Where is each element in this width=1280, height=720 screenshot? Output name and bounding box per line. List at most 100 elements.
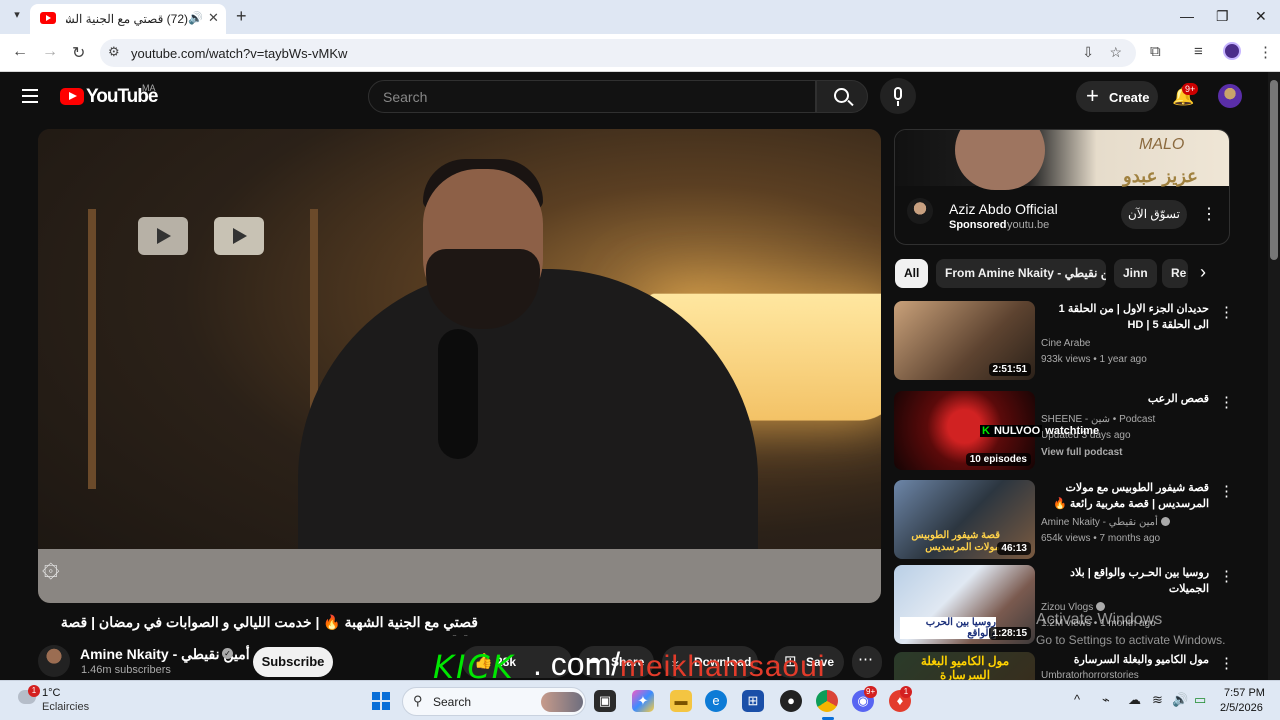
video-title[interactable]: حديدان الجزء الاول | من الحلقة 1 الى الح… xyxy=(1041,301,1209,333)
more-vertical-icon[interactable]: ⋮ xyxy=(1219,567,1234,585)
search-icon xyxy=(834,88,849,103)
channel-name[interactable]: SHEENE - شين • Podcast xyxy=(1041,414,1155,425)
sponsored-ad-card[interactable]: MALO عزيز عبدو Aziz Abdo Official Sponso… xyxy=(894,129,1230,245)
taskbar-search-box[interactable]: ⚲ Search xyxy=(402,687,586,716)
recommended-video[interactable]: قصة شيفور الطوبيس مولات المرسديس 46:13 ق… xyxy=(894,480,1234,560)
site-info-icon[interactable]: ⚙ xyxy=(108,44,120,60)
chevron-right-icon[interactable]: › xyxy=(1200,262,1206,283)
search-input[interactable]: Search xyxy=(368,80,816,113)
chip-from-channel[interactable]: From Amine Nkaity - أمين نقيطي xyxy=(936,259,1106,288)
video-thumbnail[interactable]: مول الكاميو البغلة السرسارة xyxy=(894,652,1035,680)
video-thumbnail[interactable]: روسيا بين الحرب والواقع 1:28:15 xyxy=(894,565,1035,644)
weather-description[interactable]: Eclaircies xyxy=(42,701,89,713)
search-button[interactable] xyxy=(816,80,868,113)
ad-cta-button[interactable]: تسوّق الآن xyxy=(1121,200,1187,229)
tab-close-icon[interactable]: ✕ xyxy=(208,10,219,26)
show-hidden-icons-chevron[interactable]: ^ xyxy=(1074,692,1080,707)
search-icon: ⚲ xyxy=(413,693,423,708)
activate-windows-watermark: Activate Windows Go to Settings to activ… xyxy=(1036,611,1226,647)
network-icon[interactable]: ⌁ xyxy=(1102,692,1110,708)
chip-all[interactable]: All xyxy=(895,259,929,288)
duration-badge: 1:28:15 xyxy=(988,627,1031,640)
media-controls-icon[interactable]: ≡ xyxy=(1194,43,1203,60)
ad-title[interactable]: Aziz Abdo Official xyxy=(949,201,1058,217)
forward-arrow-icon[interactable]: → xyxy=(42,43,58,61)
browser-tab-active[interactable]: (72) قصتي مع الجنية الشهبة 🔊 ✕ xyxy=(30,4,226,34)
back-arrow-icon[interactable]: ← xyxy=(12,43,28,61)
video-player[interactable]: ۞ xyxy=(38,129,881,603)
more-actions-button[interactable]: ⋯ xyxy=(852,646,882,678)
chip-jinn[interactable]: Jinn xyxy=(1114,259,1157,288)
weather-temperature[interactable]: 1°C xyxy=(42,687,60,699)
chip-re[interactable]: Re xyxy=(1162,259,1188,288)
scrollbar-thumb[interactable] xyxy=(1270,80,1278,260)
browser-tab-strip: ▾ (72) قصتي مع الجنية الشهبة 🔊 ✕ + — ❐ ✕ xyxy=(0,0,1280,34)
address-bar[interactable]: ⚙ youtube.com/watch?v=taybWs-vMKw ⇩ ☆ xyxy=(100,39,1136,67)
subscribe-button[interactable]: Subscribe xyxy=(253,647,333,677)
tab-search-chevron-icon[interactable]: ▾ xyxy=(8,8,26,26)
minimize-icon[interactable]: — xyxy=(1180,8,1194,24)
stream-overlay-watchtime: K NULVOO watchtime xyxy=(980,425,1100,437)
battery-icon[interactable]: ▭ xyxy=(1194,692,1206,708)
chrome-icon[interactable] xyxy=(816,690,838,712)
copilot-icon[interactable]: ✦ xyxy=(632,690,654,712)
recommended-video[interactable]: مول الكاميو البغلة السرسارة مول الكاميو … xyxy=(894,652,1234,680)
guide-menu-icon[interactable] xyxy=(22,89,38,103)
channel-name[interactable]: Cine Arabe xyxy=(1041,338,1090,349)
ad-avatar[interactable] xyxy=(907,198,933,224)
account-avatar[interactable] xyxy=(1218,84,1242,108)
verified-badge-icon xyxy=(1096,602,1106,611)
video-title[interactable]: روسيا بين الحـرب والواقع | بلاد الجميلات xyxy=(1041,565,1209,597)
video-title[interactable]: قصة شيفور الطوبيس مع مولات المرسديس | قص… xyxy=(1041,480,1209,512)
thumbnail-text: روسيا بين الحرب والواقع xyxy=(900,617,996,639)
podcast-title[interactable]: قصص الرعب xyxy=(1041,391,1209,407)
file-explorer-icon[interactable]: ▬ xyxy=(670,690,692,712)
speaker-icon[interactable]: 🔊 xyxy=(188,11,203,25)
channel-name[interactable]: Umbratorhorrorstories xyxy=(1041,670,1139,680)
create-button[interactable]: + Create xyxy=(1076,81,1158,112)
task-view-icon[interactable]: ▣ xyxy=(594,690,616,712)
video-thumbnail[interactable]: قصة شيفور الطوبيس مولات المرسديس 46:13 xyxy=(894,480,1035,559)
more-vertical-icon[interactable]: ⋮ xyxy=(1219,303,1234,321)
more-horizontal-icon: ⋯ xyxy=(858,651,873,668)
weather-notification-badge: 1 xyxy=(28,685,40,697)
channel-avatar[interactable] xyxy=(38,645,70,677)
maximize-icon[interactable]: ❐ xyxy=(1216,8,1229,25)
wifi-icon[interactable]: ≋ xyxy=(1152,692,1163,708)
more-vertical-icon[interactable]: ⋮ xyxy=(1219,654,1234,672)
new-tab-button[interactable]: + xyxy=(236,6,247,27)
voice-search-button[interactable] xyxy=(880,78,916,114)
browser-profile-avatar[interactable] xyxy=(1223,42,1241,60)
edge-browser-icon[interactable]: e xyxy=(705,690,727,712)
clock-date[interactable]: 2/5/2026 xyxy=(1220,702,1263,714)
youtube-logo-icon[interactable] xyxy=(60,88,84,105)
channel-watermark-icon[interactable]: ۞ xyxy=(42,549,60,584)
youtube-masthead: YouTube MA Search + Create 🔔 9+ xyxy=(0,72,1268,124)
more-vertical-icon[interactable]: ⋮ xyxy=(1219,393,1234,411)
clock-time[interactable]: 7:57 PM xyxy=(1224,687,1265,699)
obs-icon[interactable]: ● xyxy=(780,690,802,712)
url-text[interactable]: youtube.com/watch?v=taybWs-vMKw xyxy=(131,46,347,61)
ad-banner-arabic: عزيز عبدو xyxy=(1123,166,1198,186)
microsoft-store-icon[interactable]: ⊞ xyxy=(742,690,764,712)
subscriber-count: 1.46m subscribers xyxy=(81,664,171,676)
tab-title: (72) قصتي مع الجنية الشهبة xyxy=(66,12,188,26)
install-app-icon[interactable]: ⇩ xyxy=(1082,44,1094,61)
ad-banner-image[interactable]: MALO عزيز عبدو xyxy=(895,130,1229,190)
reload-icon[interactable]: ↻ xyxy=(72,43,85,63)
cloud-icon[interactable]: ☁ xyxy=(1128,692,1141,708)
bookmark-star-icon[interactable]: ☆ xyxy=(1109,44,1122,61)
more-vertical-icon[interactable]: ⋮ xyxy=(1219,482,1234,500)
video-title[interactable]: مول الكاميو والبغلة السرسارة xyxy=(1041,652,1209,668)
volume-icon[interactable]: 🔊 xyxy=(1172,692,1188,708)
ad-more-icon[interactable]: ⋮ xyxy=(1201,204,1217,224)
video-thumbnail[interactable]: 2:51:51 xyxy=(894,301,1035,380)
windows-start-icon[interactable] xyxy=(372,692,390,710)
recommended-video[interactable]: 2:51:51 حديدان الجزء الاول | من الحلقة 1… xyxy=(894,301,1234,381)
channel-name[interactable]: Amine Nkaity - أمين نقيطي xyxy=(1041,517,1170,528)
window-close-icon[interactable]: ✕ xyxy=(1255,8,1267,25)
chrome-menu-icon[interactable]: ⋮ xyxy=(1258,43,1273,61)
extensions-icon[interactable]: ⧉ xyxy=(1150,43,1161,60)
view-full-podcast-link[interactable]: View full podcast xyxy=(1041,447,1123,458)
browser-toolbar: ← → ↻ ⚙ youtube.com/watch?v=taybWs-vMKw … xyxy=(0,34,1280,72)
